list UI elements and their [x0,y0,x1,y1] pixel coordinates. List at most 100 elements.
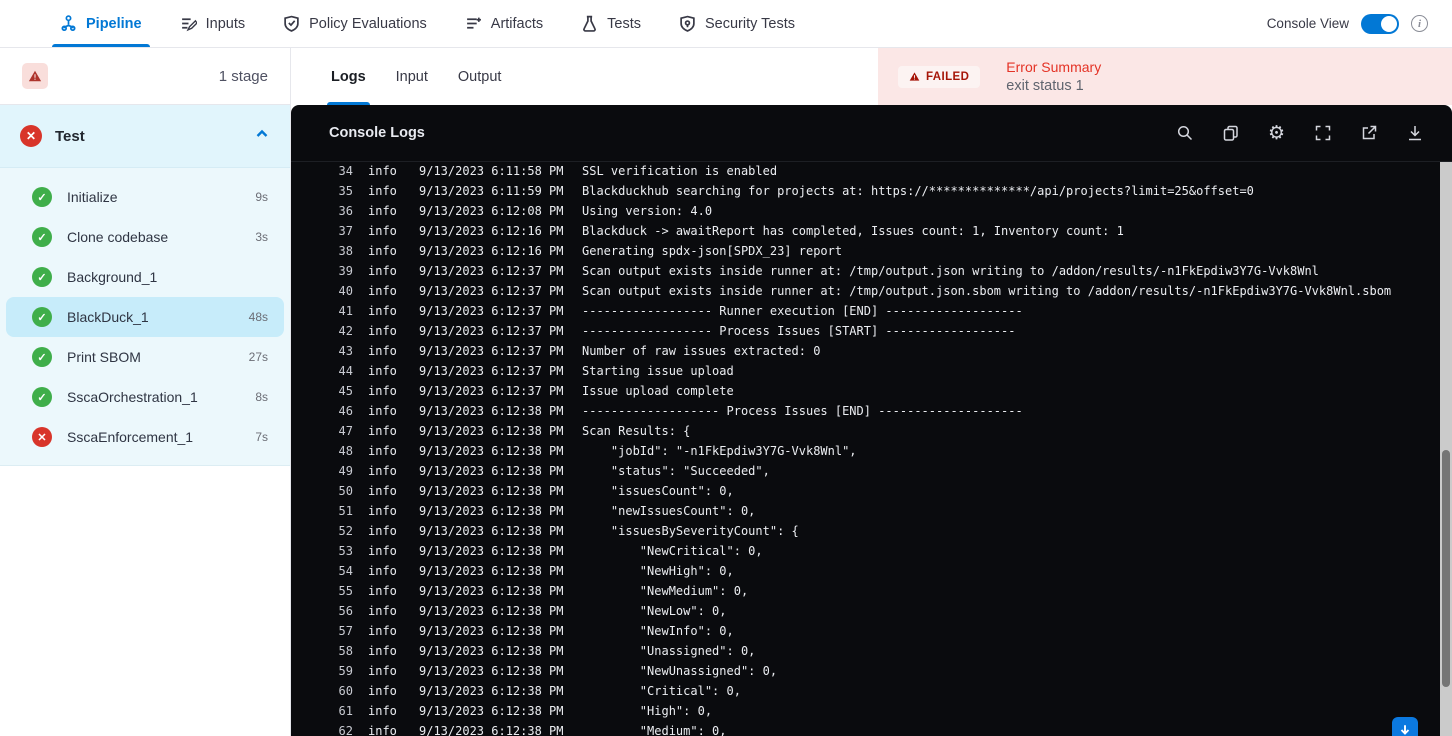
step-name: Print SBOM [67,349,141,365]
tab-pipeline[interactable]: Pipeline [52,0,150,47]
log-row: 42 info 9/13/2023 6:12:37 PM -----------… [291,321,1440,341]
log-message: "issuesCount": 0, [582,484,734,498]
success-check-icon: ✓ [32,307,52,327]
console-logs-panel: Console Logs ⚙ 34 info 9/13/2023 6:11:58… [291,105,1452,736]
log-message: "NewHigh": 0, [582,564,734,578]
tab-security-tests[interactable]: Security Tests [679,0,795,47]
log-message: Scan Results: { [582,424,691,438]
scrollbar-thumb[interactable] [1442,450,1450,687]
tab-output[interactable]: Output [458,48,502,105]
tab-input[interactable]: Input [396,48,428,105]
stage-error-badge [22,63,48,89]
stage-header-test[interactable]: ✕ Test [0,105,290,168]
log-timestamp: 9/13/2023 6:12:16 PM [419,244,564,258]
artifacts-icon [466,17,481,29]
tab-artifacts[interactable]: Artifacts [465,0,543,47]
copy-icon[interactable] [1221,124,1240,143]
step-row-print-sbom[interactable]: ✓ Print SBOM 27s [6,337,284,377]
log-row: 52 info 9/13/2023 6:12:38 PM "issuesBySe… [291,521,1440,541]
step-name: Clone codebase [67,229,169,245]
chevron-up-icon[interactable] [254,126,270,147]
log-row: 48 info 9/13/2023 6:12:38 PM "jobId": "-… [291,441,1440,461]
log-row: 59 info 9/13/2023 6:12:38 PM "NewUnassig… [291,661,1440,681]
log-level: info [368,424,397,438]
log-row: 49 info 9/13/2023 6:12:38 PM "status": "… [291,461,1440,481]
log-message: Scan output exists inside runner at: /tm… [582,264,1319,278]
arrow-down-icon [1400,725,1410,735]
log-level: info [368,524,397,538]
log-level: info [368,184,397,198]
stage-name: Test [55,127,85,145]
step-duration: 3s [255,230,268,244]
step-row-initialize[interactable]: ✓ Initialize 9s [6,177,284,217]
nav-right-controls: Console View i [1267,13,1428,34]
tab-inputs[interactable]: Inputs [180,0,246,47]
log-line-number: 40 [338,284,353,298]
log-line-number: 39 [338,264,353,278]
info-icon[interactable]: i [1411,15,1428,32]
log-line-number: 54 [338,564,353,578]
log-message: "status": "Succeeded", [582,464,770,478]
log-message: "NewInfo": 0, [582,624,734,638]
top-navigation: Pipeline Inputs Policy Evaluations Artif… [0,0,1452,48]
log-row: 44 info 9/13/2023 6:12:37 PM Starting is… [291,361,1440,381]
log-line-number: 61 [338,704,353,718]
step-row-blackduck-1[interactable]: ✓ BlackDuck_1 48s [6,297,284,337]
log-level: info [368,584,397,598]
log-message: Starting issue upload [582,364,734,378]
log-timestamp: 9/13/2023 6:12:37 PM [419,324,564,338]
step-row-clone-codebase[interactable]: ✓ Clone codebase 3s [6,217,284,257]
step-name: BlackDuck_1 [67,309,149,325]
log-timestamp: 9/13/2023 6:12:37 PM [419,284,564,298]
gear-icon[interactable]: ⚙ [1267,123,1286,143]
log-message: "Medium": 0, [582,724,727,736]
tab-tests[interactable]: Tests [581,0,641,47]
log-message: "Unassigned": 0, [582,644,756,658]
log-line-number: 62 [338,724,353,736]
log-tabs: Logs Input Output [291,48,501,105]
log-timestamp: 9/13/2023 6:12:38 PM [419,484,564,498]
success-check-icon: ✓ [32,347,52,367]
log-viewport: 34 info 9/13/2023 6:11:58 PM SSL verific… [291,162,1440,736]
log-timestamp: 9/13/2023 6:11:58 PM [419,164,564,178]
log-line-number: 43 [338,344,353,358]
log-line-number: 53 [338,544,353,558]
log-level: info [368,304,397,318]
log-level: info [368,404,397,418]
log-timestamp: 9/13/2023 6:12:38 PM [419,704,564,718]
step-row-sscaenforcement-1[interactable]: ✕ SscaEnforcement_1 7s [6,417,284,457]
console-view-toggle[interactable] [1361,13,1399,34]
log-level: info [368,364,397,378]
scroll-to-bottom-button[interactable] [1392,717,1418,736]
log-message: Scan output exists inside runner at: /tm… [582,284,1392,298]
log-message: Using version: 4.0 [582,204,713,218]
log-message: "NewCritical": 0, [582,544,763,558]
tab-logs[interactable]: Logs [327,48,370,105]
step-duration: 27s [248,350,268,364]
fullscreen-icon[interactable] [1313,124,1332,143]
console-scrollbar[interactable] [1440,162,1452,736]
log-level: info [368,504,397,518]
download-icon[interactable] [1405,124,1424,143]
log-level: info [368,384,397,398]
tab-policy-evaluations[interactable]: Policy Evaluations [283,0,427,47]
step-row-background-1[interactable]: ✓ Background_1 [6,257,284,297]
console-actions: ⚙ [1175,123,1424,143]
open-in-new-icon[interactable] [1359,124,1378,143]
log-level: info [368,544,397,558]
log-message: ------------------ Process Issues [START… [582,324,1016,338]
log-level: info [368,704,397,718]
log-timestamp: 9/13/2023 6:12:37 PM [419,364,564,378]
success-check-icon: ✓ [32,387,52,407]
search-icon[interactable] [1175,124,1194,143]
log-line-number: 34 [338,164,353,178]
log-line-number: 52 [338,524,353,538]
step-duration: 8s [255,390,268,404]
tab-inputs-label: Inputs [205,15,246,32]
log-message: Generating spdx-json[SPDX_23] report [582,244,843,258]
failed-icon: ✕ [32,427,52,447]
log-timestamp: 9/13/2023 6:12:38 PM [419,604,564,618]
step-row-sscaorchestration-1[interactable]: ✓ SscaOrchestration_1 8s [6,377,284,417]
log-line-number: 51 [338,504,353,518]
log-level: info [368,564,397,578]
